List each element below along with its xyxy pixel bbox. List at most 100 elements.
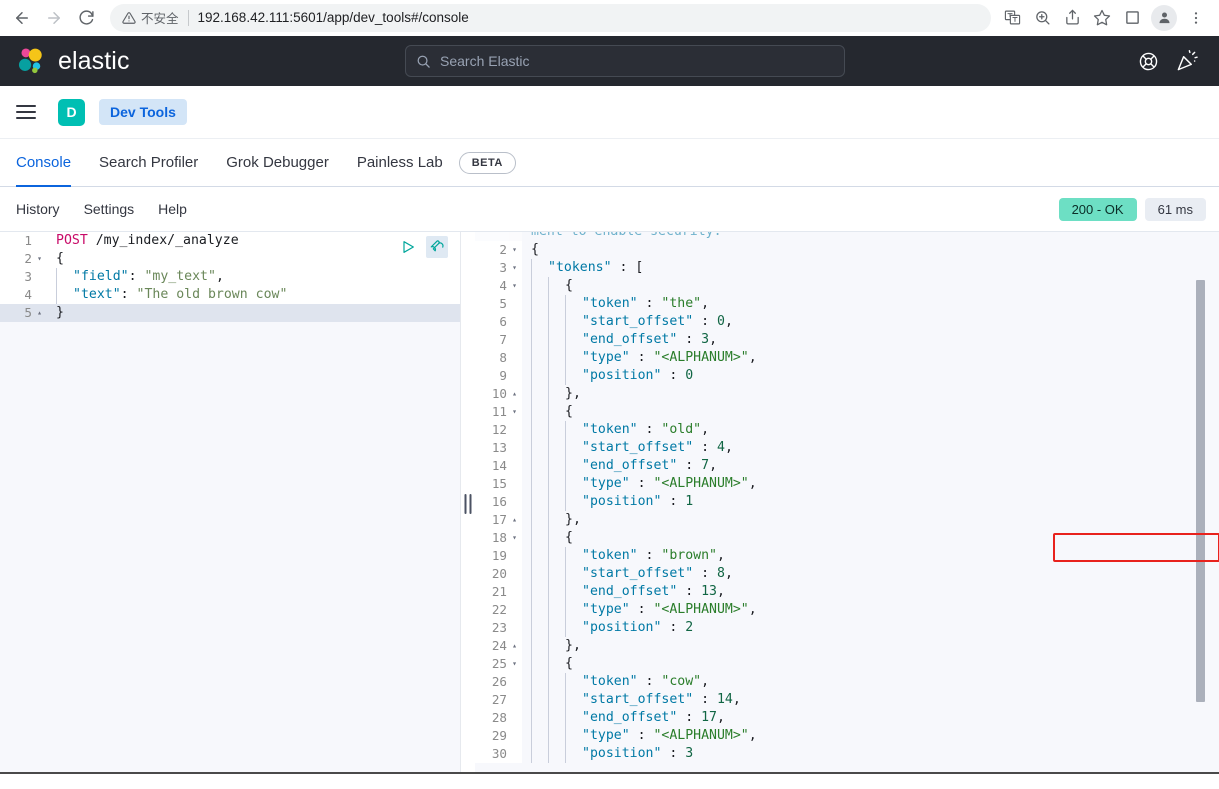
code-line[interactable]: 27 "start_offset" : 14,: [475, 691, 1219, 709]
fold-toggle-icon[interactable]: ▾: [510, 259, 519, 277]
chrome-menu-icon[interactable]: [1181, 4, 1211, 32]
translate-icon[interactable]: [997, 4, 1027, 32]
code-text: "tokens" : [: [522, 259, 1219, 277]
browser-reload-button[interactable]: [72, 4, 100, 32]
editor-wrench-icon[interactable]: [426, 236, 448, 258]
code-line[interactable]: 30 "position" : 3: [475, 745, 1219, 763]
scrollbar-thumb[interactable]: [1196, 280, 1205, 702]
code-line[interactable]: 3 "field": "my_text",: [0, 268, 460, 286]
code-token: :: [693, 692, 717, 707]
code-line[interactable]: 23 "position" : 2: [475, 619, 1219, 637]
code-text: "token" : "old",: [522, 421, 1219, 439]
fold-toggle-icon[interactable]: ▾: [510, 277, 519, 295]
tab-search-profiler[interactable]: Search Profiler: [85, 139, 212, 186]
console-settings-button[interactable]: Settings: [84, 201, 135, 217]
code-token: :: [629, 476, 654, 491]
space-avatar[interactable]: D: [58, 98, 85, 126]
code-line[interactable]: 26 "token" : "cow",: [475, 673, 1219, 691]
code-line[interactable]: 20 "start_offset" : 8,: [475, 565, 1219, 583]
profile-avatar-icon[interactable]: [1151, 4, 1177, 31]
code-line[interactable]: 2 ▾ {: [0, 250, 460, 268]
breadcrumb-dev-tools[interactable]: Dev Tools: [99, 99, 187, 125]
splitter-grip-icon[interactable]: [464, 494, 472, 514]
code-line[interactable]: 2 ▾ {: [475, 241, 1219, 259]
code-line[interactable]: 14 "end_offset" : 7,: [475, 457, 1219, 475]
code-line[interactable]: 24 ▴},: [475, 637, 1219, 655]
line-number: 2 ▾: [475, 241, 522, 259]
line-number: 9: [475, 367, 522, 385]
code-line[interactable]: 3 ▾ "tokens" : [: [475, 259, 1219, 277]
fold-toggle-icon[interactable]: ▴: [510, 511, 519, 529]
code-line[interactable]: 9 "position" : 0: [475, 367, 1219, 385]
tab-grok-debugger[interactable]: Grok Debugger: [212, 139, 343, 186]
code-line[interactable]: 16 "position" : 1: [475, 493, 1219, 511]
sidepanel-icon[interactable]: [1117, 4, 1147, 32]
browser-forward-button[interactable]: [40, 4, 68, 32]
code-line[interactable]: 10 ▴},: [475, 385, 1219, 403]
code-line[interactable]: 28 "end_offset" : 17,: [475, 709, 1219, 727]
indent-guide: [565, 475, 566, 493]
code-line[interactable]: 19 "token" : "brown",: [475, 547, 1219, 565]
zoom-icon[interactable]: [1027, 4, 1057, 32]
code-line[interactable]: 4 "text": "The old brown cow": [0, 286, 460, 304]
security-warning[interactable]: 不安全: [122, 8, 179, 27]
code-line[interactable]: 5 ▴}: [0, 304, 460, 322]
indent-guide: [565, 565, 566, 583]
code-line[interactable]: 21 "end_offset" : 13,: [475, 583, 1219, 601]
indent-guide: [565, 367, 566, 385]
fold-toggle-icon[interactable]: ▾: [35, 250, 44, 268]
code-line[interactable]: 17 ▴},: [475, 511, 1219, 529]
hamburger-menu-icon[interactable]: [16, 98, 44, 126]
send-request-play-icon[interactable]: [397, 236, 419, 258]
code-token: "position": [582, 494, 662, 509]
code-line[interactable]: 13 "start_offset" : 4,: [475, 439, 1219, 457]
code-line[interactable]: 11 ▾ {: [475, 403, 1219, 421]
console-history-button[interactable]: History: [16, 201, 60, 217]
tab-console-label: Console: [16, 154, 72, 171]
fold-toggle-icon[interactable]: ▴: [510, 385, 519, 403]
code-text: "end_offset" : 13,: [522, 583, 1219, 601]
request-code-lines[interactable]: 1 POST /my_index/_analyze 2 ▾{3 "field": "my…: [0, 232, 460, 322]
code-line[interactable]: 25 ▾ {: [475, 655, 1219, 673]
fold-toggle-icon[interactable]: ▾: [510, 241, 519, 259]
browser-back-button[interactable]: [8, 4, 36, 32]
code-token: 0: [685, 368, 694, 383]
code-token: :: [637, 674, 662, 689]
response-editor-pane[interactable]: ment to enable security. 2▾{3▾"tokens" :…: [475, 232, 1219, 774]
code-line[interactable]: 12 "token" : "old",: [475, 421, 1219, 439]
console-help-button[interactable]: Help: [158, 201, 187, 217]
tab-console[interactable]: Console: [16, 139, 85, 187]
code-line[interactable]: 22 "type" : "<ALPHANUM>",: [475, 601, 1219, 619]
help-lifebuoy-icon[interactable]: [1129, 42, 1167, 80]
address-bar[interactable]: 不安全 192.168.42.111:5601/app/dev_tools#/c…: [110, 3, 991, 32]
code-token: :: [693, 314, 717, 329]
announcement-megaphone-icon[interactable]: [1167, 42, 1205, 80]
code-line[interactable]: 6 "start_offset" : 0,: [475, 313, 1219, 331]
fold-toggle-icon[interactable]: ▴: [510, 637, 519, 655]
code-token: "token": [582, 296, 638, 311]
code-line[interactable]: 4 ▾ {: [475, 277, 1219, 295]
response-vertical-scrollbar[interactable]: [1196, 232, 1205, 774]
bookmark-star-icon[interactable]: [1087, 4, 1117, 32]
response-code-lines[interactable]: 2 ▾{3 ▾ "tokens" : [4 ▾{5 "token" : "the", 6 "s…: [475, 241, 1219, 763]
global-search-input[interactable]: Search Elastic: [405, 45, 845, 77]
code-token: },: [565, 512, 581, 527]
code-line[interactable]: 8 "type" : "<ALPHANUM>",: [475, 349, 1219, 367]
tab-painless-lab[interactable]: Painless Lab: [343, 139, 457, 186]
pane-splitter[interactable]: [461, 232, 475, 774]
share-icon[interactable]: [1057, 4, 1087, 32]
code-line[interactable]: 5 "token" : "the",: [475, 295, 1219, 313]
indent-guide: [531, 511, 532, 529]
code-line[interactable]: 29 "type" : "<ALPHANUM>",: [475, 727, 1219, 745]
code-line[interactable]: 18 ▾ {: [475, 529, 1219, 547]
fold-toggle-icon[interactable]: ▴: [35, 304, 44, 322]
request-editor-pane[interactable]: 1 POST /my_index/_analyze 2 ▾{3 "field": "my…: [0, 232, 461, 774]
fold-toggle-icon[interactable]: ▾: [510, 403, 519, 421]
code-line[interactable]: 15 "type" : "<ALPHANUM>",: [475, 475, 1219, 493]
code-line[interactable]: 7 "end_offset" : 3,: [475, 331, 1219, 349]
fold-toggle-icon[interactable]: ▾: [510, 529, 519, 547]
code-line[interactable]: 1 POST /my_index/_analyze: [0, 232, 460, 250]
code-token: "token": [582, 548, 638, 563]
elastic-logo-link[interactable]: elastic: [14, 44, 130, 78]
fold-toggle-icon[interactable]: ▾: [510, 655, 519, 673]
